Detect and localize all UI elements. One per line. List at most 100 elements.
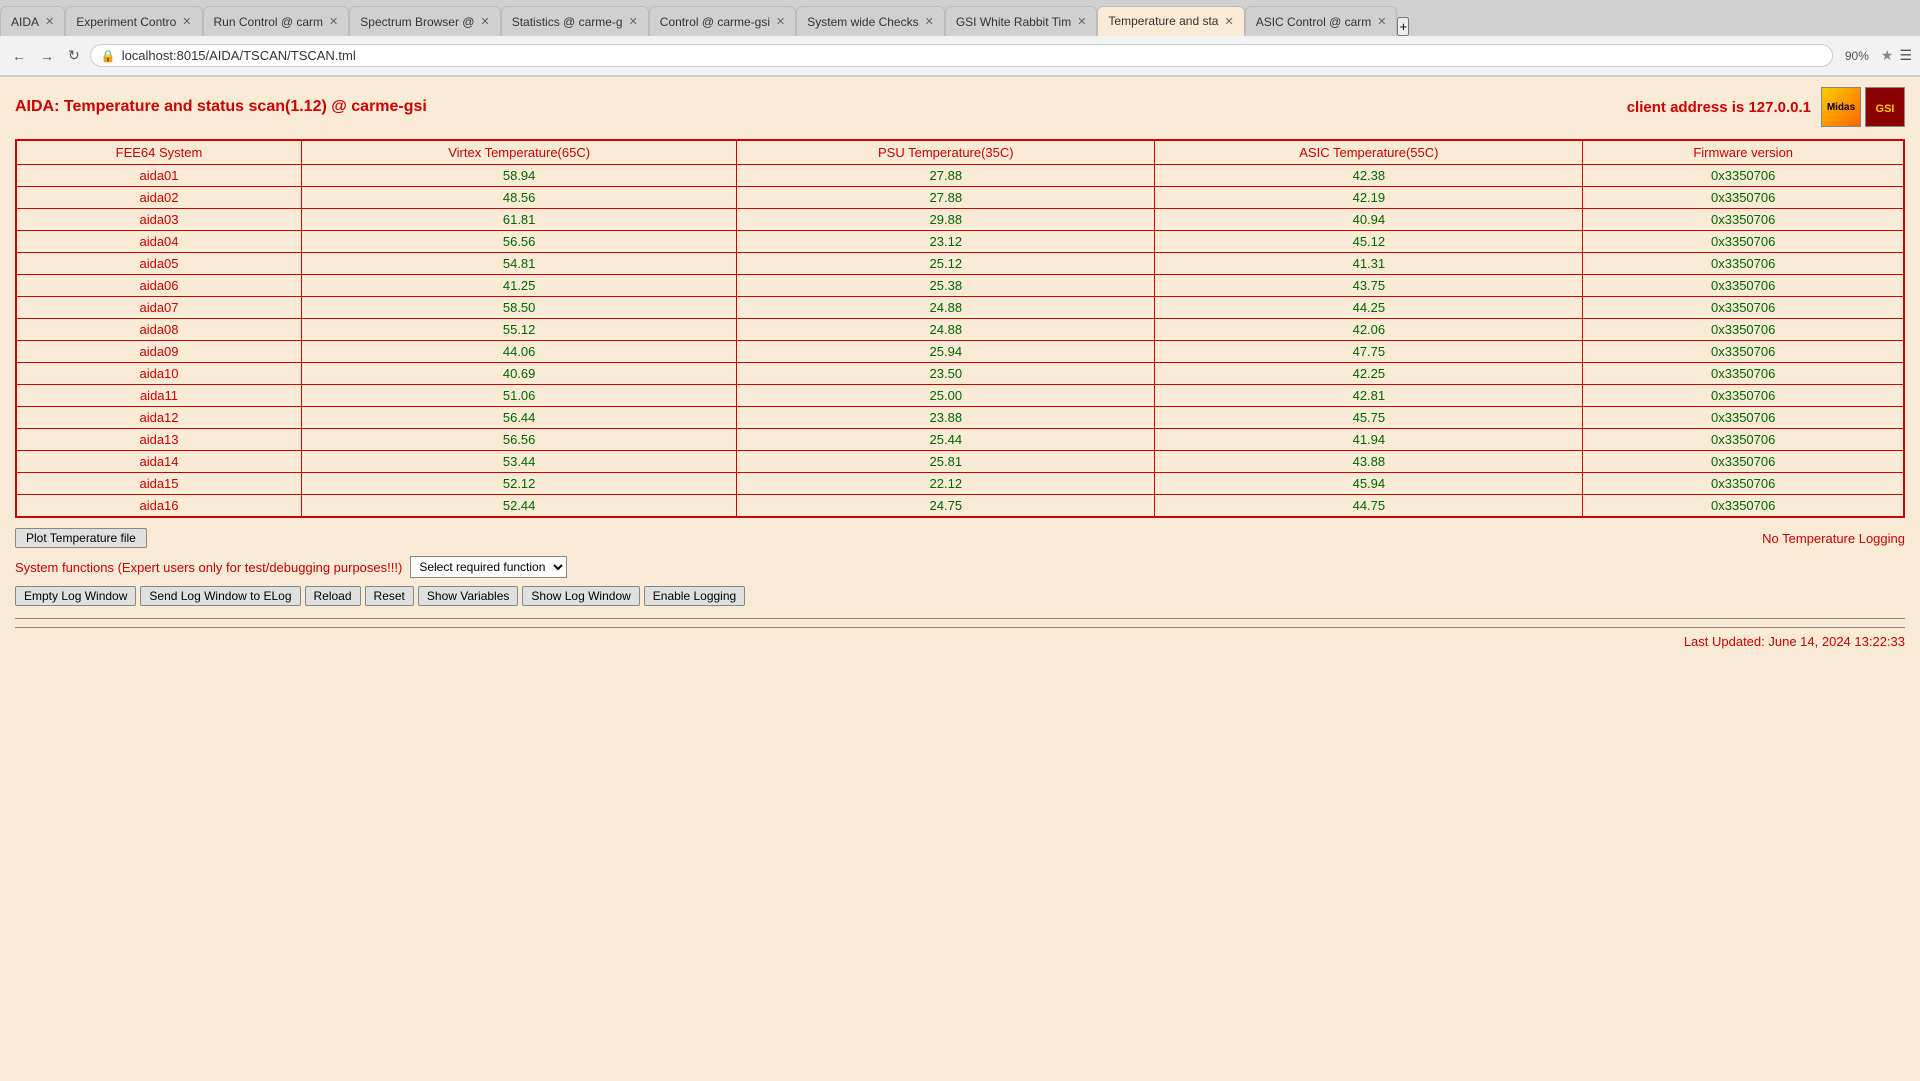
- function-select[interactable]: Select required function: [410, 556, 567, 578]
- data-cell: 25.38: [737, 275, 1155, 297]
- forward-button[interactable]: →: [36, 46, 58, 66]
- enable-logging-button[interactable]: Enable Logging: [644, 586, 745, 606]
- reload-button[interactable]: Reload: [305, 586, 361, 606]
- data-cell: 25.00: [737, 385, 1155, 407]
- page-content: AIDA: Temperature and status scan(1.12) …: [0, 77, 1920, 1081]
- data-cell: 42.81: [1155, 385, 1583, 407]
- data-cell: 25.44: [737, 429, 1155, 451]
- tab-temperature[interactable]: Temperature and sta ✕: [1097, 6, 1244, 36]
- page-header: AIDA: Temperature and status scan(1.12) …: [15, 87, 1905, 127]
- tab-experiment-control[interactable]: Experiment Contro ✕: [65, 6, 202, 36]
- data-cell: 0x3350706: [1583, 473, 1904, 495]
- table-row: aida1652.4424.7544.750x3350706: [16, 495, 1904, 518]
- close-icon[interactable]: ✕: [925, 15, 934, 28]
- table-row: aida1256.4423.8845.750x3350706: [16, 407, 1904, 429]
- system-name-cell: aida10: [16, 363, 302, 385]
- data-cell: 0x3350706: [1583, 253, 1904, 275]
- data-cell: 45.75: [1155, 407, 1583, 429]
- tab-system-checks[interactable]: System wide Checks ✕: [796, 6, 945, 36]
- table-row: aida0361.8129.8840.940x3350706: [16, 209, 1904, 231]
- close-icon[interactable]: ✕: [1377, 15, 1386, 28]
- page-title: AIDA: Temperature and status scan(1.12) …: [15, 98, 427, 116]
- reload-button[interactable]: ↻: [64, 45, 84, 66]
- close-icon[interactable]: ✕: [182, 15, 191, 28]
- zoom-level: 90%: [1839, 49, 1875, 63]
- plot-temperature-button[interactable]: Plot Temperature file: [15, 528, 147, 548]
- show-log-window-button[interactable]: Show Log Window: [522, 586, 639, 606]
- tab-statistics[interactable]: Statistics @ carme-g ✕: [501, 6, 649, 36]
- system-name-cell: aida11: [16, 385, 302, 407]
- close-icon[interactable]: ✕: [1077, 15, 1086, 28]
- empty-log-window-button[interactable]: Empty Log Window: [15, 586, 136, 606]
- close-icon[interactable]: ✕: [629, 15, 638, 28]
- data-cell: 22.12: [737, 473, 1155, 495]
- client-address: client address is 127.0.0.1: [1627, 99, 1811, 116]
- data-cell: 56.56: [302, 429, 737, 451]
- system-name-cell: aida07: [16, 297, 302, 319]
- reset-button[interactable]: Reset: [365, 586, 414, 606]
- data-cell: 41.25: [302, 275, 737, 297]
- data-cell: 24.88: [737, 319, 1155, 341]
- no-logging-status: No Temperature Logging: [1762, 531, 1905, 546]
- data-cell: 44.06: [302, 341, 737, 363]
- system-functions-row: System functions (Expert users only for …: [15, 556, 1905, 578]
- tab-label: Experiment Contro: [76, 15, 176, 29]
- midas-logo: Midas: [1821, 87, 1861, 127]
- tab-aida[interactable]: AIDA ✕: [0, 6, 65, 36]
- data-cell: 0x3350706: [1583, 209, 1904, 231]
- data-cell: 0x3350706: [1583, 231, 1904, 253]
- table-row: aida1453.4425.8143.880x3350706: [16, 451, 1904, 473]
- close-icon[interactable]: ✕: [329, 15, 338, 28]
- data-cell: 0x3350706: [1583, 187, 1904, 209]
- close-icon[interactable]: ✕: [480, 15, 489, 28]
- data-cell: 53.44: [302, 451, 737, 473]
- address-bar: ← → ↻ 🔒 localhost:8015/AIDA/TSCAN/TSCAN.…: [0, 36, 1920, 76]
- tab-bar: AIDA ✕ Experiment Contro ✕ Run Control @…: [0, 0, 1920, 36]
- system-name-cell: aida08: [16, 319, 302, 341]
- show-variables-button[interactable]: Show Variables: [418, 586, 519, 606]
- close-icon[interactable]: ✕: [1224, 15, 1233, 28]
- data-cell: 25.94: [737, 341, 1155, 363]
- tab-control[interactable]: Control @ carme-gsi ✕: [649, 6, 796, 36]
- system-name-cell: aida05: [16, 253, 302, 275]
- last-updated: Last Updated: June 14, 2024 13:22:33: [15, 627, 1905, 649]
- tab-label: System wide Checks: [807, 15, 918, 29]
- data-cell: 55.12: [302, 319, 737, 341]
- data-cell: 27.88: [737, 165, 1155, 187]
- table-row: aida1356.5625.4441.940x3350706: [16, 429, 1904, 451]
- bookmark-icon[interactable]: ★: [1881, 47, 1894, 64]
- close-icon[interactable]: ✕: [776, 15, 785, 28]
- address-input[interactable]: 🔒 localhost:8015/AIDA/TSCAN/TSCAN.tml: [90, 44, 1833, 67]
- tab-label: AIDA: [11, 15, 39, 29]
- data-cell: 52.12: [302, 473, 737, 495]
- data-cell: 42.19: [1155, 187, 1583, 209]
- table-row: aida1151.0625.0042.810x3350706: [16, 385, 1904, 407]
- new-tab-button[interactable]: +: [1397, 17, 1409, 36]
- tab-spectrum-browser[interactable]: Spectrum Browser @ ✕: [349, 6, 500, 36]
- data-cell: 29.88: [737, 209, 1155, 231]
- table-row: aida0758.5024.8844.250x3350706: [16, 297, 1904, 319]
- table-row: aida1040.6923.5042.250x3350706: [16, 363, 1904, 385]
- tab-asic-control[interactable]: ASIC Control @ carm ✕: [1245, 6, 1398, 36]
- data-cell: 61.81: [302, 209, 737, 231]
- tab-run-control[interactable]: Run Control @ carm ✕: [203, 6, 350, 36]
- data-cell: 44.75: [1155, 495, 1583, 518]
- data-cell: 0x3350706: [1583, 429, 1904, 451]
- data-cell: 45.94: [1155, 473, 1583, 495]
- tab-gsi-white-rabbit[interactable]: GSI White Rabbit Tim ✕: [945, 6, 1098, 36]
- table-row: aida0158.9427.8842.380x3350706: [16, 165, 1904, 187]
- data-cell: 0x3350706: [1583, 275, 1904, 297]
- system-name-cell: aida12: [16, 407, 302, 429]
- extensions-icon[interactable]: ☰: [1899, 47, 1912, 64]
- back-button[interactable]: ←: [8, 46, 30, 66]
- tab-label: GSI White Rabbit Tim: [956, 15, 1071, 29]
- data-cell: 23.12: [737, 231, 1155, 253]
- data-cell: 0x3350706: [1583, 407, 1904, 429]
- plot-btn-area: Plot Temperature file: [15, 528, 147, 548]
- temperature-table: FEE64 System Virtex Temperature(65C) PSU…: [15, 139, 1905, 518]
- tab-label: ASIC Control @ carm: [1256, 15, 1372, 29]
- data-cell: 54.81: [302, 253, 737, 275]
- close-icon[interactable]: ✕: [45, 15, 54, 28]
- system-name-cell: aida04: [16, 231, 302, 253]
- send-log-to-elog-button[interactable]: Send Log Window to ELog: [140, 586, 300, 606]
